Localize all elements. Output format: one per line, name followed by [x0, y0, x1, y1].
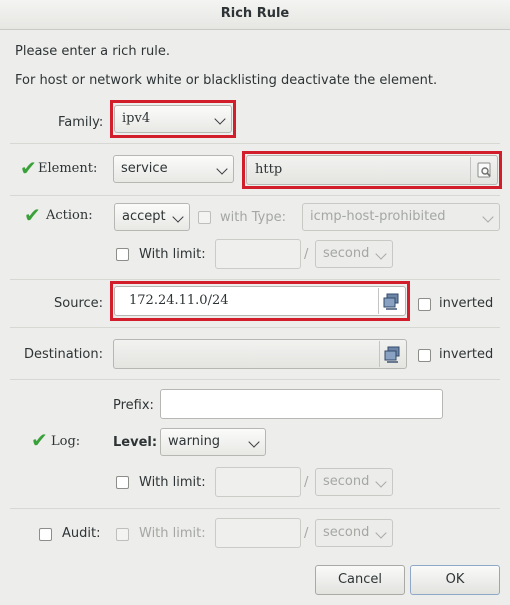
- destination-label: Destination:: [24, 347, 103, 362]
- source-inverted-checkbox[interactable]: [418, 298, 431, 311]
- log-prefix-label: Prefix:: [113, 398, 154, 413]
- log-level-label: Level:: [113, 435, 158, 450]
- divider: [10, 379, 500, 380]
- title-bar: Rich Rule: [0, 0, 510, 30]
- element-type-value: service: [121, 161, 168, 176]
- destination-inverted-label: inverted: [439, 347, 494, 362]
- action-label: Action:: [46, 208, 93, 223]
- log-label: Log:: [51, 434, 81, 449]
- destination-inverted-checkbox[interactable]: [418, 349, 431, 362]
- network-picker-icon[interactable]: [378, 288, 404, 314]
- ok-button[interactable]: OK: [410, 565, 500, 595]
- divider: [10, 143, 500, 144]
- source-value: 172.24.11.0/24: [129, 293, 229, 308]
- action-limit-input[interactable]: [215, 239, 301, 269]
- action-limit-checkbox[interactable]: [116, 248, 129, 261]
- action-value: accept: [122, 209, 166, 224]
- checkmark-icon[interactable]: ✔: [20, 158, 37, 178]
- audit-limit-label: With limit:: [139, 526, 206, 541]
- checkmark-icon[interactable]: ✔: [24, 205, 41, 225]
- family-select[interactable]: ipv4: [114, 105, 232, 133]
- with-type-checkbox[interactable]: [198, 211, 211, 224]
- action-limit-slash: /: [304, 247, 309, 262]
- source-field[interactable]: 172.24.11.0/24: [114, 286, 406, 316]
- chevron-down-icon: [482, 211, 494, 223]
- chevron-down-icon: [248, 436, 260, 448]
- edit-icon[interactable]: [470, 157, 496, 183]
- action-limit-unit-select[interactable]: second: [315, 240, 393, 268]
- log-limit-input[interactable]: [215, 467, 301, 497]
- log-prefix-input[interactable]: [160, 389, 443, 419]
- audit-limit-slash: /: [304, 526, 309, 541]
- log-limit-slash: /: [304, 475, 309, 490]
- intro-hint: For host or network white or blacklistin…: [15, 73, 438, 88]
- audit-limit-input[interactable]: [215, 518, 301, 548]
- chevron-down-icon: [375, 527, 387, 539]
- family-label: Family:: [58, 115, 104, 130]
- family-value: ipv4: [122, 111, 151, 126]
- divider: [10, 279, 500, 280]
- log-level-select[interactable]: warning: [160, 428, 266, 456]
- chevron-down-icon: [375, 476, 387, 488]
- destination-field[interactable]: [113, 339, 407, 369]
- window-title: Rich Rule: [220, 6, 290, 21]
- chevron-down-icon: [214, 113, 226, 125]
- audit-limit-unit-select[interactable]: second: [315, 519, 393, 547]
- log-level-value: warning: [168, 434, 221, 449]
- element-value-field[interactable]: http: [246, 155, 498, 185]
- element-value: http: [255, 162, 283, 177]
- chevron-down-icon: [172, 211, 184, 223]
- chevron-down-icon: [216, 163, 228, 175]
- cancel-button[interactable]: Cancel: [315, 565, 405, 595]
- log-limit-label: With limit:: [139, 475, 206, 490]
- icmp-type-value: icmp-host-prohibited: [310, 209, 446, 224]
- log-limit-unit: second: [323, 474, 370, 489]
- intro-text: Please enter a rich rule.: [15, 44, 171, 59]
- icmp-type-select[interactable]: icmp-host-prohibited: [302, 203, 500, 231]
- audit-limit-unit: second: [323, 525, 370, 540]
- divider: [10, 195, 500, 196]
- log-limit-checkbox[interactable]: [116, 476, 129, 489]
- element-label: Element:: [38, 161, 98, 176]
- source-label: Source:: [54, 296, 104, 311]
- with-type-label: with Type:: [220, 210, 286, 225]
- chevron-down-icon: [375, 248, 387, 260]
- checkmark-icon[interactable]: ✔: [31, 430, 48, 450]
- network-picker-icon[interactable]: [379, 341, 405, 367]
- divider: [10, 327, 500, 328]
- divider: [10, 508, 500, 509]
- audit-limit-checkbox[interactable]: [116, 528, 129, 541]
- action-limit-unit: second: [323, 246, 370, 261]
- source-inverted-label: inverted: [439, 296, 494, 311]
- audit-label: Audit:: [62, 526, 101, 541]
- element-type-select[interactable]: service: [113, 155, 234, 183]
- action-select[interactable]: accept: [114, 203, 190, 231]
- log-limit-unit-select[interactable]: second: [315, 468, 393, 496]
- action-limit-label: With limit:: [139, 247, 206, 262]
- audit-checkbox[interactable]: [39, 528, 52, 541]
